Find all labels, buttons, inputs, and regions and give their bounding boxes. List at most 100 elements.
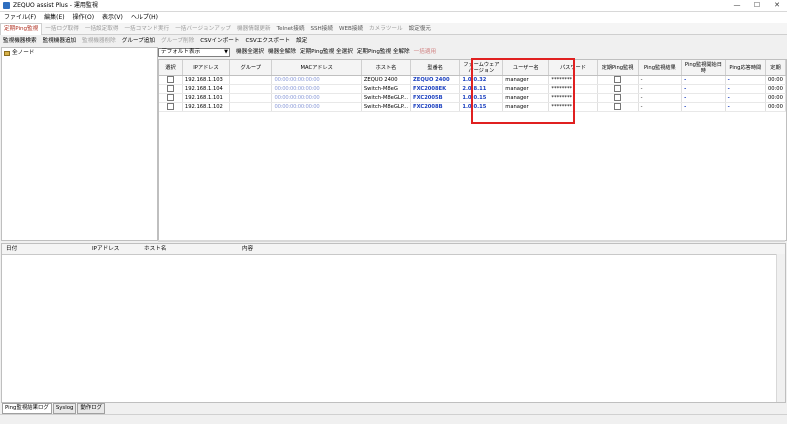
col-ping-response[interactable]: Ping応答時間	[725, 60, 766, 76]
apply-all-button[interactable]: 一括適用	[412, 49, 438, 55]
function-tabs: 定期Ping監視 一括ログ取得 一括設定取得 一括コマンド実行 一括バージョンアップ 機器…	[0, 23, 787, 35]
maximize-button[interactable]: ☐	[747, 0, 767, 11]
cell-ping-start: -	[681, 102, 726, 112]
grid-action-links: 機器全選択 機器全解除 定期Ping監視 全選択 定期Ping監視 全解除 一括適用	[234, 47, 438, 58]
tab-syslog[interactable]: Syslog	[52, 403, 77, 414]
cell-ping-start: -	[681, 93, 726, 103]
col-group[interactable]: グループ	[229, 60, 273, 76]
log-col-host[interactable]: ホスト名	[144, 244, 166, 254]
cell-group	[229, 84, 273, 94]
cell-ip: 192.168.1.104	[182, 84, 230, 94]
cell-ping-result: -	[638, 75, 683, 85]
delete-group-button[interactable]: グループ削除	[158, 36, 197, 46]
cell-ping-start: -	[681, 75, 726, 85]
tab-command-exec[interactable]: 一括コマンド実行	[121, 24, 172, 35]
row-select-checkbox[interactable]	[166, 76, 174, 83]
window-title: ZEQUO assist Plus - 運用監視	[13, 2, 98, 9]
chevron-down-icon: ▼	[224, 49, 228, 55]
cell-periodic: 00:00	[765, 75, 786, 85]
row-select-checkbox[interactable]	[166, 85, 174, 92]
col-ping-monitor[interactable]: 定期Ping監視	[597, 60, 639, 76]
tab-ping-log[interactable]: Ping監視結果ログ	[2, 403, 52, 414]
ping-deselect-all-button[interactable]: 定期Ping監視 全解除	[355, 49, 412, 55]
tab-web[interactable]: WEB接続	[336, 24, 366, 35]
cell-ping-start: -	[681, 84, 726, 94]
ping-monitor-checkbox[interactable]	[614, 94, 622, 101]
node-tree[interactable]: 全ノード	[1, 47, 158, 241]
cell-ping-result: -	[638, 102, 683, 112]
col-ip[interactable]: IPアドレス	[182, 60, 230, 76]
log-header: 日付 IPアドレス ホスト名 内容	[2, 244, 785, 255]
log-col-ip[interactable]: IPアドレス	[92, 244, 119, 254]
tab-operation-log[interactable]: 動作ログ	[77, 403, 106, 414]
csv-import-button[interactable]: CSVインポート	[197, 36, 242, 46]
delete-device-button[interactable]: 監視機器削除	[79, 36, 119, 46]
menu-file[interactable]: ファイル(F)	[0, 12, 40, 23]
cell-model: FXC2008EK	[410, 84, 461, 94]
cell-group	[229, 102, 273, 112]
ping-monitor-checkbox[interactable]	[614, 76, 622, 83]
log-col-content[interactable]: 内容	[242, 244, 253, 254]
add-group-button[interactable]: グループ追加	[119, 36, 158, 46]
cell-ip: 192.168.1.101	[182, 93, 230, 103]
menu-operation[interactable]: 操作(O)	[69, 12, 98, 23]
col-mac[interactable]: MACアドレス	[271, 60, 362, 76]
horizontal-scrollbar[interactable]	[158, 240, 785, 242]
select-all-devices-button[interactable]: 機器全選択	[234, 49, 266, 55]
csv-export-button[interactable]: CSVエクスポート	[242, 36, 293, 46]
cell-ping-response: -	[725, 84, 766, 94]
folder-icon	[4, 51, 10, 56]
menu-bar: ファイル(F) 編集(E) 操作(O) 表示(V) ヘルプ(H)	[0, 12, 787, 23]
minimize-button[interactable]: —	[727, 0, 747, 11]
cell-periodic: 00:00	[765, 93, 786, 103]
col-ping-start[interactable]: Ping監視開始日時	[681, 60, 726, 76]
cell-model: FXC2005B	[410, 93, 461, 103]
main-toolbar: 監視機器検索 監視機器追加 監視機器削除 グループ追加 グループ削除 CSVインポート CS…	[0, 36, 787, 46]
search-device-button[interactable]: 監視機器検索	[0, 36, 40, 46]
tab-device-update[interactable]: 機器情報更新	[234, 24, 274, 35]
log-col-date[interactable]: 日付	[6, 244, 17, 254]
row-select-checkbox[interactable]	[166, 103, 174, 110]
ping-monitor-checkbox[interactable]	[614, 85, 622, 92]
cell-group	[229, 75, 273, 85]
tree-root-item[interactable]: 全ノード	[12, 50, 34, 57]
row-select-checkbox[interactable]	[166, 94, 174, 101]
menu-view[interactable]: 表示(V)	[98, 12, 127, 23]
col-ping-result[interactable]: Ping監視結果	[638, 60, 683, 76]
tab-config-collect[interactable]: 一括設定取得	[82, 24, 122, 35]
cell-periodic: 00:00	[765, 84, 786, 94]
menu-help[interactable]: ヘルプ(H)	[127, 12, 162, 23]
vertical-scrollbar[interactable]	[776, 254, 785, 402]
tab-ssh[interactable]: SSH接続	[307, 24, 336, 35]
cell-ping-response: -	[725, 102, 766, 112]
tab-version-up[interactable]: 一括バージョンアップ	[172, 24, 234, 35]
cell-model: ZEQUO 2400	[410, 75, 461, 85]
ping-monitor-checkbox[interactable]	[614, 103, 622, 110]
col-model[interactable]: 型番名	[410, 60, 461, 76]
tab-config-restore[interactable]: 設定復元	[406, 24, 434, 35]
tab-log-collect[interactable]: 一括ログ取得	[42, 24, 82, 35]
ping-select-all-button[interactable]: 定期Ping監視 全選択	[298, 49, 355, 55]
tab-telnet[interactable]: Telnet接続	[274, 24, 308, 35]
col-host[interactable]: ホスト名	[361, 60, 412, 76]
cell-ip: 192.168.1.103	[182, 75, 230, 85]
cell-host: Switch-M8eG	[361, 84, 412, 94]
view-select[interactable]: デフォルト表示 ▼	[158, 48, 230, 57]
cell-ping-response: -	[725, 93, 766, 103]
cell-ip: 192.168.1.102	[182, 102, 230, 112]
cell-ping-response: -	[725, 75, 766, 85]
cell-mac: 00:00:00:00:00:00	[271, 93, 362, 103]
tab-periodic-ping[interactable]: 定期Ping監視	[0, 23, 43, 35]
col-periodic[interactable]: 定期	[765, 60, 786, 76]
tab-camera-tool[interactable]: カメラツール	[366, 24, 406, 35]
close-button[interactable]: ✕	[767, 0, 787, 11]
cell-host: Switch-M8eGLP...	[361, 102, 412, 112]
add-device-button[interactable]: 監視機器追加	[40, 36, 80, 46]
settings-button[interactable]: 設定	[293, 36, 310, 46]
cell-host: Switch-M8eGLP...	[361, 93, 412, 103]
col-select[interactable]: 選択	[159, 60, 183, 76]
deselect-all-devices-button[interactable]: 機器全解除	[266, 49, 298, 55]
cell-mac: 00:00:00:00:00:00	[271, 75, 362, 85]
menu-edit[interactable]: 編集(E)	[40, 12, 68, 23]
view-select-value: デフォルト表示	[161, 49, 201, 55]
